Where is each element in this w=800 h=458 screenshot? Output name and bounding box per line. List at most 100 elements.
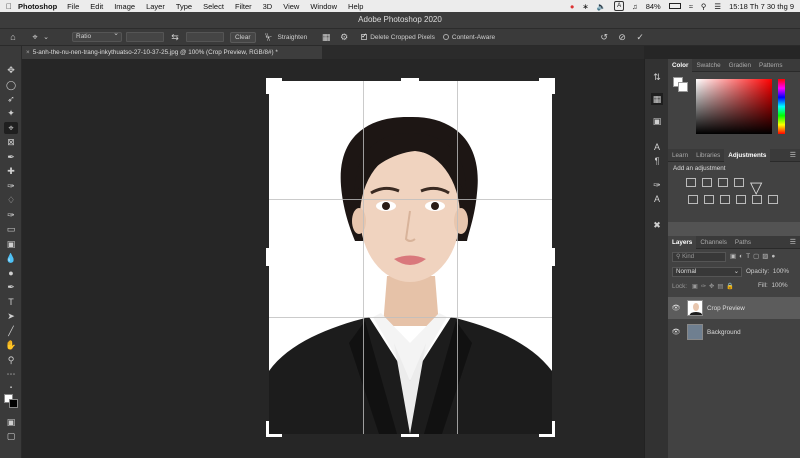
menu-3d[interactable]: 3D	[263, 2, 273, 11]
lasso-tool-icon[interactable]: ➶	[4, 93, 18, 105]
filter-pixel-icon[interactable]: ▣	[730, 253, 739, 260]
menu-app-name[interactable]: Photoshop	[18, 2, 57, 11]
cancel-icon[interactable]: ⊘	[615, 31, 629, 43]
ratio-select[interactable]: Ratio	[72, 30, 122, 42]
menu-image[interactable]: Image	[114, 2, 135, 11]
frame-tool-icon[interactable]: ⊠	[4, 136, 18, 148]
menu-view[interactable]: View	[283, 2, 299, 11]
wifi-icon[interactable]: ≈	[689, 2, 693, 11]
hue-saturation-icon[interactable]	[688, 195, 698, 204]
exposure-icon[interactable]	[734, 178, 744, 187]
bluetooth-icon[interactable]: ∗	[582, 2, 588, 11]
eyedropper-tool-icon[interactable]: ✒	[4, 151, 18, 163]
properties-icon[interactable]: ▦	[651, 93, 663, 105]
panel-menu-icon[interactable]: ☰	[790, 149, 796, 162]
straighten-label[interactable]: Straighten	[278, 34, 308, 41]
battery-icon[interactable]	[668, 3, 681, 9]
swap-dimensions-icon[interactable]: ⇆	[168, 31, 182, 43]
menu-edit[interactable]: Edit	[90, 2, 103, 11]
line-tool-icon[interactable]: ╱	[4, 325, 18, 337]
layer-row-background[interactable]: 👁 Background	[668, 321, 800, 343]
quick-mask-icon[interactable]: ▣	[4, 416, 18, 428]
dodge-tool-icon[interactable]: ●	[4, 267, 18, 279]
delete-cropped-checkbox[interactable]	[361, 32, 368, 40]
document-canvas[interactable]	[22, 59, 644, 458]
screen-mode-icon[interactable]: ▢	[4, 430, 18, 442]
path-selection-tool-icon[interactable]: ➤	[4, 310, 18, 322]
menu-select[interactable]: Select	[203, 2, 224, 11]
history-brush-tool-icon[interactable]: ✑	[4, 209, 18, 221]
menu-help[interactable]: Help	[348, 2, 363, 11]
search-icon[interactable]: ⚲	[701, 2, 707, 11]
menu-type[interactable]: Type	[176, 2, 192, 11]
gear-icon[interactable]: ⚙	[337, 31, 351, 43]
crop-handle-left[interactable]	[266, 248, 269, 266]
record-icon[interactable]: ●	[570, 2, 575, 11]
menubar-clock[interactable]: 15:18 Th 7 30 thg 9	[729, 2, 794, 11]
color-lookup-icon[interactable]	[768, 195, 778, 204]
clear-button[interactable]: Clear	[230, 31, 256, 43]
blur-tool-icon[interactable]: 💧	[4, 252, 18, 264]
battery-percent[interactable]: 84%	[646, 2, 661, 11]
background-color-swatch[interactable]	[678, 82, 688, 92]
reset-icon[interactable]: ↺	[597, 31, 611, 43]
home-icon[interactable]: ⌂	[6, 31, 20, 43]
tab-layers[interactable]: Layers	[668, 235, 697, 249]
zoom-tool-icon[interactable]: ⚲	[4, 354, 18, 366]
brightness-contrast-icon[interactable]	[686, 178, 696, 187]
crop-handle-bottom[interactable]	[401, 434, 419, 437]
marquee-tool-icon[interactable]: ◯	[4, 79, 18, 91]
pen-tool-icon[interactable]: ✒	[4, 281, 18, 293]
ratio-height-field[interactable]	[186, 32, 224, 42]
crop-handle-top[interactable]	[401, 78, 419, 81]
gradient-tool-icon[interactable]: ▣	[4, 238, 18, 250]
volume-icon[interactable]: 🔈	[597, 2, 606, 11]
clone-stamp-tool-icon[interactable]: ♢	[4, 194, 18, 206]
background-color-swatch[interactable]	[9, 399, 18, 408]
photo-filter-icon[interactable]	[736, 195, 746, 204]
straighten-icon[interactable]: ⏧	[262, 31, 276, 43]
panel-menu-icon[interactable]: ☰	[790, 236, 796, 249]
layer-row-crop-preview[interactable]: 👁 Crop Preview	[668, 297, 800, 319]
default-colors-icon[interactable]: ▪	[4, 382, 18, 394]
visibility-eye-icon[interactable]: 👁	[668, 328, 684, 336]
tab-color[interactable]: Color	[668, 58, 693, 72]
menu-filter[interactable]: Filter	[235, 2, 252, 11]
crop-tool-preset-icon[interactable]: ⌖	[28, 31, 42, 43]
vibrance-icon[interactable]: ▽	[750, 178, 762, 197]
brush-settings-icon[interactable]: ✑	[651, 179, 663, 191]
black-white-icon[interactable]	[720, 195, 730, 204]
hue-slider[interactable]	[778, 79, 785, 134]
menu-layer[interactable]: Layer	[146, 2, 165, 11]
fill-value[interactable]: 100%	[772, 282, 788, 289]
channel-mixer-icon[interactable]	[752, 195, 762, 204]
type-tool-icon[interactable]: T	[4, 296, 18, 308]
chevron-down-icon[interactable]: ⌄	[42, 31, 50, 43]
filter-shape-icon[interactable]: ▢	[753, 253, 762, 260]
eraser-tool-icon[interactable]: ▭	[4, 223, 18, 235]
tab-patterns[interactable]: Patterns	[755, 59, 786, 72]
opacity-value[interactable]: 100%	[773, 268, 789, 275]
levels-icon[interactable]	[702, 178, 712, 187]
input-source-badge[interactable]: A	[614, 1, 625, 11]
move-tool-icon[interactable]: ✥	[4, 64, 18, 76]
brush-tool-icon[interactable]: ✑	[4, 180, 18, 192]
ratio-width-field[interactable]	[126, 32, 164, 42]
curves-icon[interactable]	[718, 178, 728, 187]
history-icon[interactable]: ⇅	[651, 71, 663, 83]
crop-handle-right[interactable]	[552, 248, 555, 266]
grid-overlay-icon[interactable]: ▦	[319, 31, 333, 43]
volume-control-icon[interactable]: ♫	[632, 2, 638, 11]
tab-paths[interactable]: Paths	[731, 236, 755, 249]
control-center-icon[interactable]: ☰	[714, 2, 721, 11]
healing-brush-tool-icon[interactable]: ✚	[4, 165, 18, 177]
tab-learn[interactable]: Learn	[668, 149, 692, 162]
tab-channels[interactable]: Channels	[696, 236, 731, 249]
visibility-eye-icon[interactable]: 👁	[668, 304, 684, 312]
tab-libraries[interactable]: Libraries	[692, 149, 724, 162]
info-icon[interactable]: ▣	[651, 115, 663, 127]
tab-gradients[interactable]: Gradien	[725, 59, 755, 72]
crop-tool-icon[interactable]: ⌖	[4, 122, 18, 134]
hand-tool-icon[interactable]: ✋	[4, 339, 18, 351]
more-tools-icon[interactable]: ⋯	[4, 368, 18, 380]
